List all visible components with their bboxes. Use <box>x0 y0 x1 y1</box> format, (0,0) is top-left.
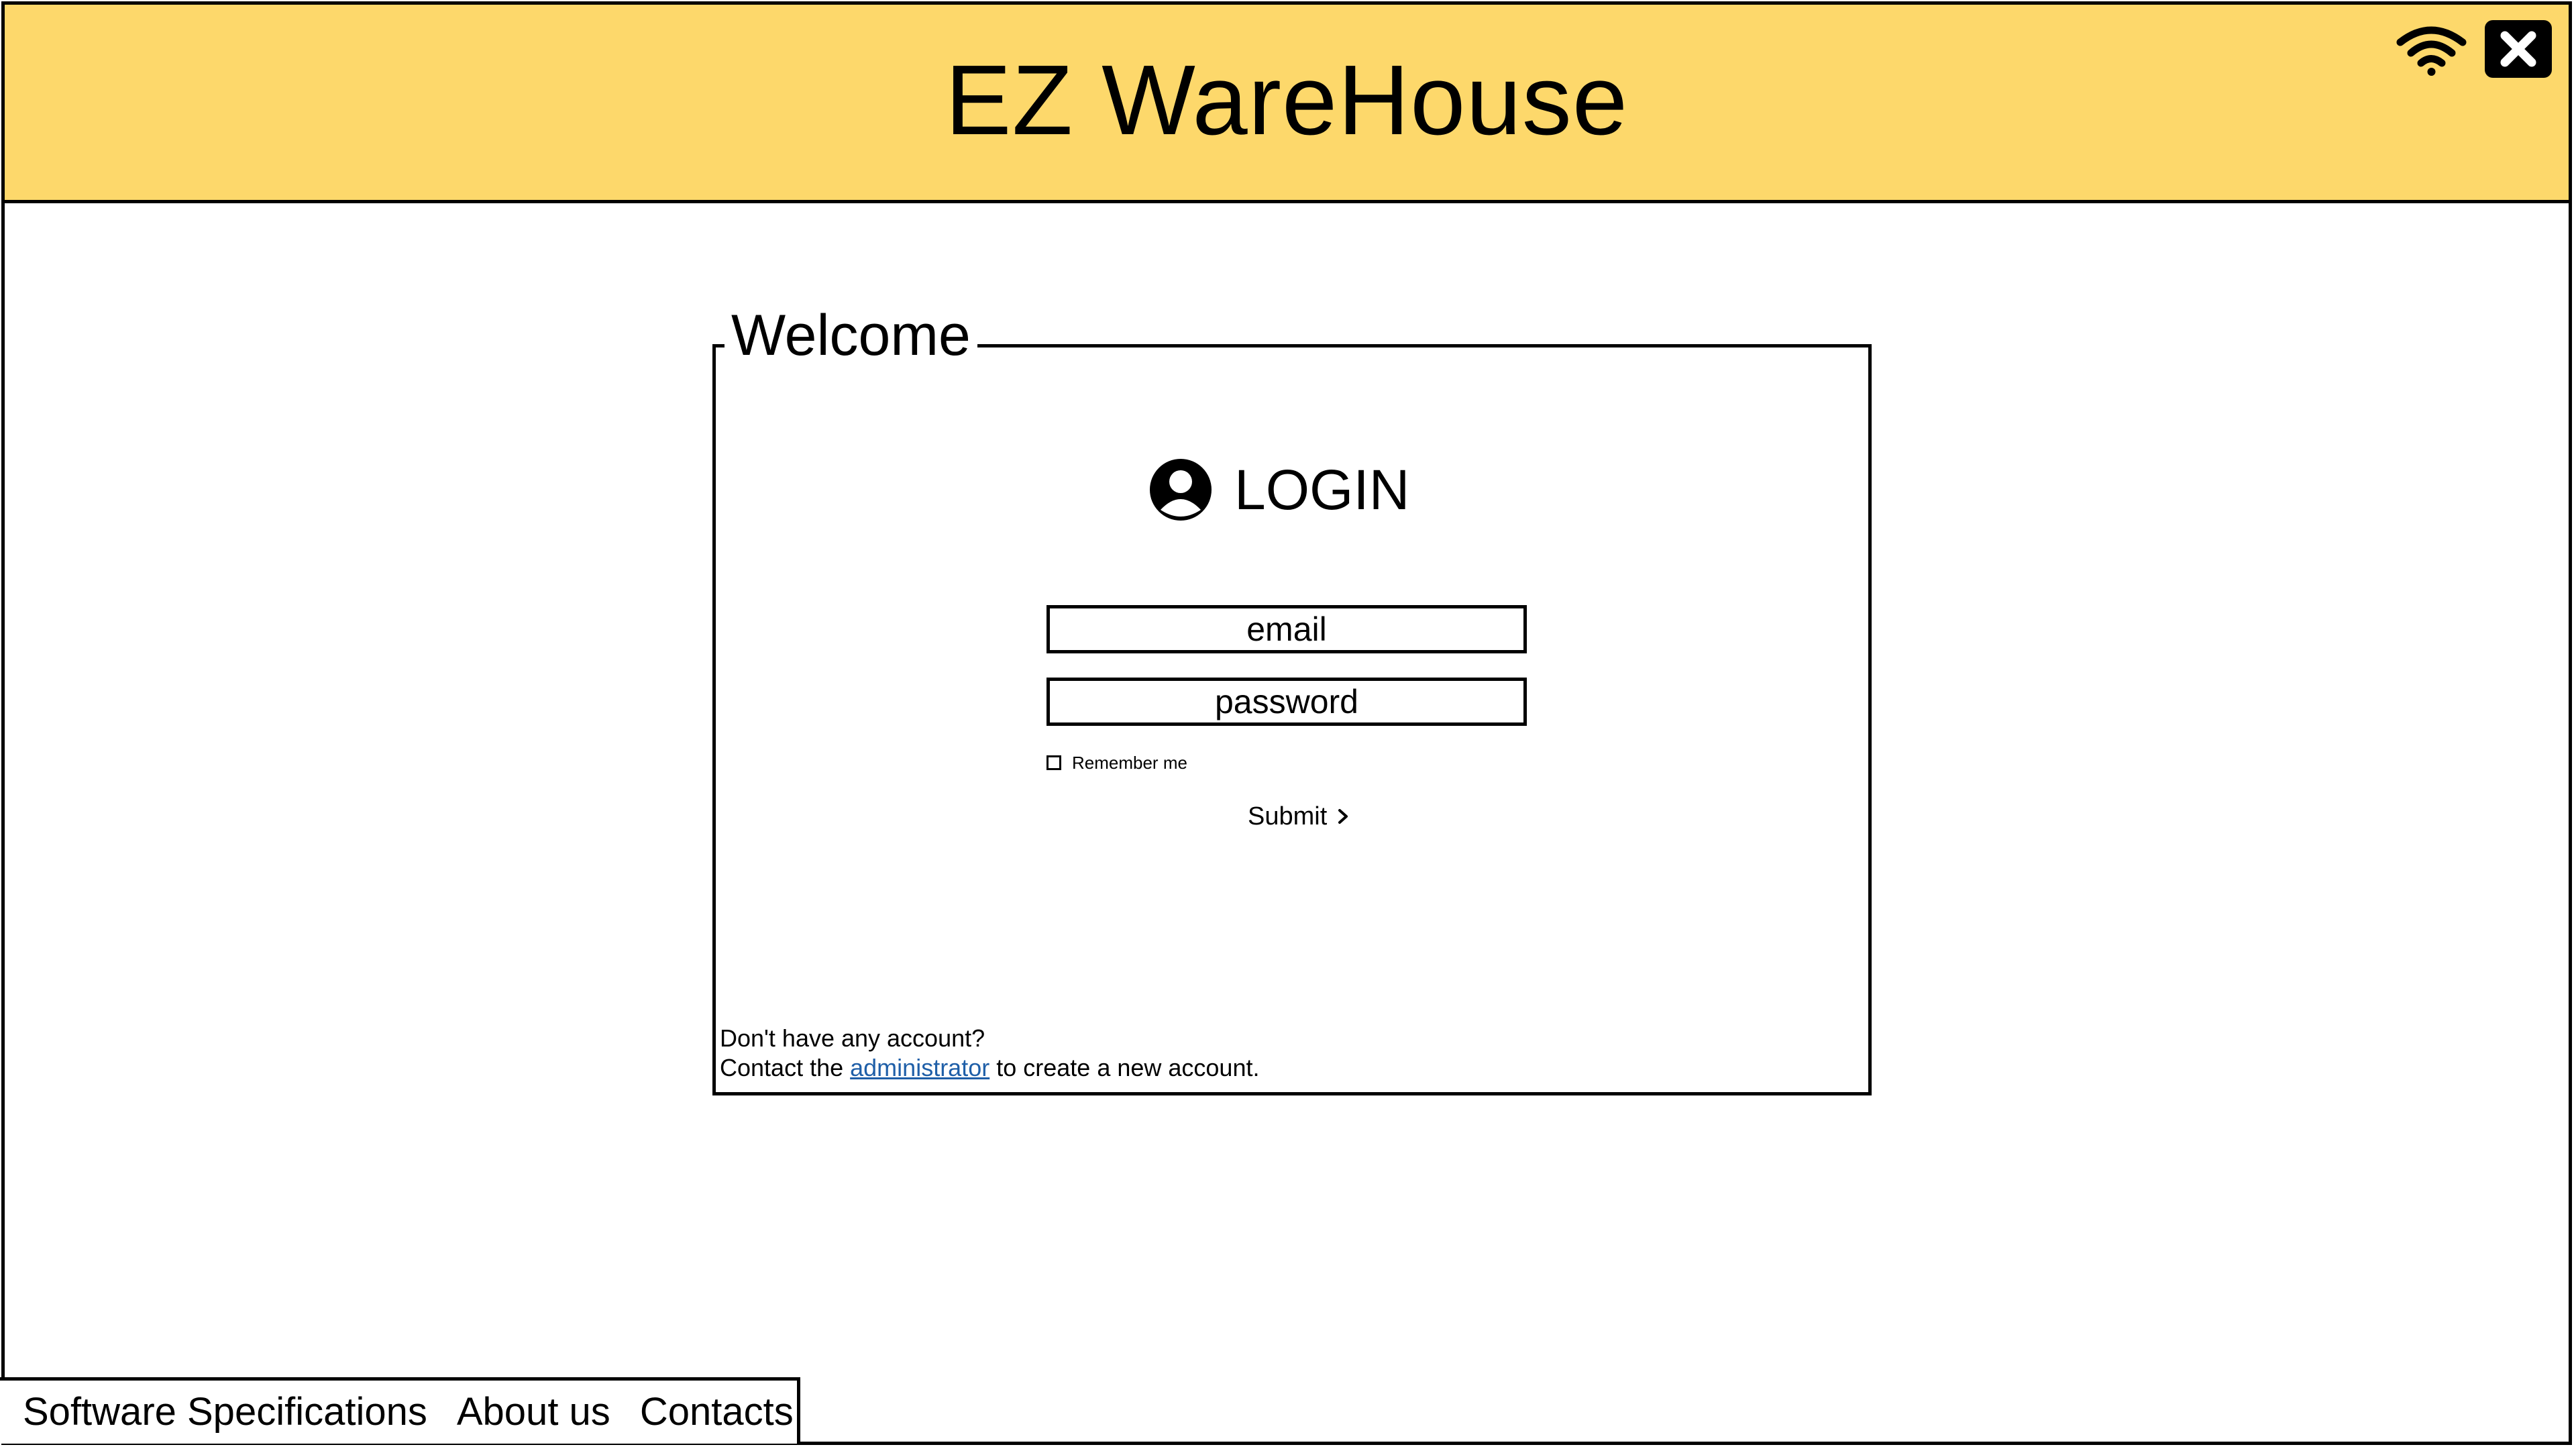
footer-nav: Software Specifications About us Contact… <box>0 1377 800 1444</box>
header-bar: EZ WareHouse <box>5 5 2569 203</box>
user-circle-icon <box>1150 459 1212 521</box>
remember-me-row[interactable]: Remember me <box>1046 753 1187 773</box>
login-label: LOGIN <box>1234 458 1410 521</box>
app-title: EZ WareHouse <box>945 45 1629 156</box>
close-button[interactable] <box>2485 20 2552 78</box>
email-field[interactable] <box>1046 605 1527 653</box>
remember-me-label: Remember me <box>1072 753 1187 773</box>
account-note-prefix: Contact the <box>720 1054 844 1081</box>
account-note-suffix: to create a new account. <box>996 1054 1260 1081</box>
submit-label: Submit <box>1248 802 1328 830</box>
wifi-icon <box>2396 23 2467 77</box>
password-field[interactable] <box>1046 678 1527 726</box>
login-heading: LOGIN <box>1147 455 1409 525</box>
remember-me-checkbox[interactable] <box>1046 755 1061 770</box>
footer-link-about-us[interactable]: About us <box>457 1389 610 1436</box>
footer-link-software-specifications[interactable]: Software Specifications <box>23 1389 427 1436</box>
submit-button[interactable]: Submit <box>1248 800 1351 833</box>
account-note-line1: Don't have any account? <box>720 1024 985 1052</box>
account-note: Don't have any account? Contact the admi… <box>720 1024 1259 1083</box>
account-note-line2: Contact the administrator to create a ne… <box>720 1053 1259 1083</box>
welcome-legend: Welcome <box>724 302 977 369</box>
administrator-link[interactable]: administrator <box>850 1054 989 1081</box>
chevron-right-icon <box>1338 809 1348 824</box>
close-icon <box>2500 31 2536 67</box>
footer-link-contacts[interactable]: Contacts <box>640 1389 794 1436</box>
